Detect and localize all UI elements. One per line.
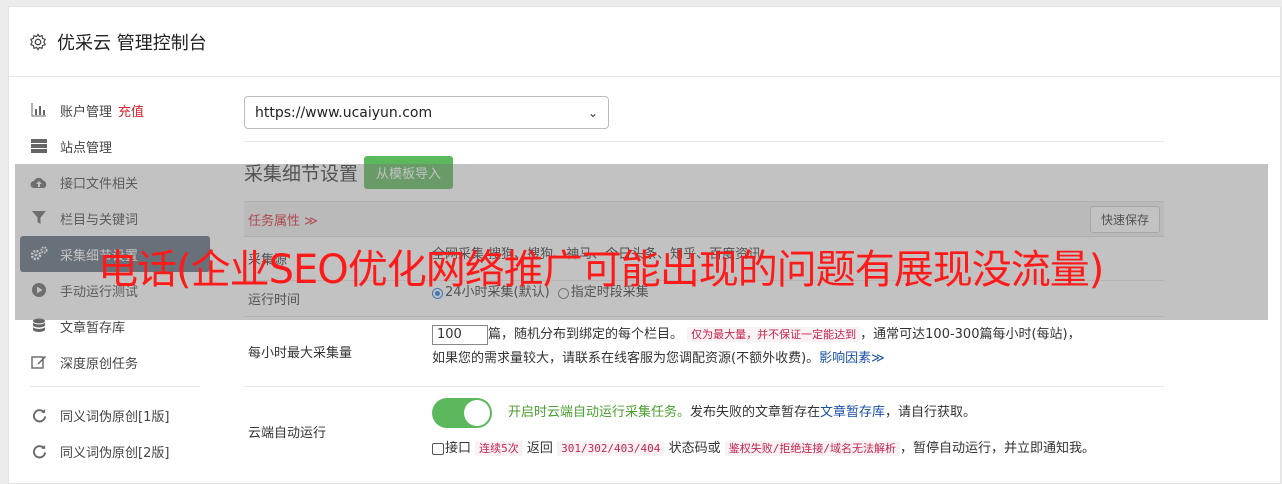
watermark-text: 电话(企业SEO优化网络推广可能出现的问题有展现没流量): [98, 247, 1104, 293]
sidebar-item-label: 账户管理: [60, 104, 113, 120]
sidebar-item-label: 深度原创任务: [60, 356, 139, 372]
refresh-icon: [30, 406, 48, 424]
sidebar-item-account[interactable]: 账户管理 充值: [20, 92, 210, 128]
gear-icon: [29, 32, 47, 51]
chevron-down-icon: ⌄: [587, 105, 598, 120]
watermark-overlay: [15, 164, 1268, 320]
sidebar-item-synonym-v2[interactable]: 同义词伪原创[2版]: [20, 433, 210, 469]
refresh-icon: [30, 442, 48, 460]
sidebar-item-deep-original[interactable]: 深度原创任务: [20, 344, 210, 380]
row-cloud-run: 云端自动运行 开启时云端自动运行采集任务。 发布失败的文章暂存在 文章暂存库 ，请自行…: [244, 387, 1164, 475]
recharge-link[interactable]: 充值: [118, 101, 144, 120]
page-header: 优采云 管理控制台: [9, 7, 1280, 77]
sidebar-item-label: 同义词伪原创[1版]: [60, 409, 170, 425]
sidebar-item-synonym-v1[interactable]: 同义词伪原创[1版]: [20, 397, 210, 433]
page-title: 优采云 管理控制台: [57, 32, 207, 54]
row-label: 云端自动运行: [248, 425, 327, 441]
factors-link[interactable]: 影响因素≫: [819, 351, 885, 366]
sidebar-item-label: 同义词伪原创[2版]: [60, 445, 170, 461]
bar-chart-icon: [30, 101, 48, 119]
max-note-code: 仅为最大量，并不保证一定能达到: [687, 327, 861, 342]
site-select-value: https://www.ucaiyun.com: [255, 104, 433, 121]
sidebar-item-sites[interactable]: 站点管理: [20, 128, 210, 164]
site-select[interactable]: https://www.ucaiyun.com ⌄: [244, 96, 609, 129]
article-store-link[interactable]: 文章暂存库: [820, 401, 885, 425]
cloud-run-toggle[interactable]: [432, 398, 492, 428]
edit-icon: [30, 353, 48, 371]
divider: [244, 141, 1164, 142]
notify-checkbox[interactable]: [432, 442, 444, 455]
row-label: 每小时最大采集量: [248, 346, 353, 361]
sidebar-divider: [30, 386, 200, 387]
row-max-per-hour: 每小时最大采集量 100 篇，随机分布到绑定的每个栏目。 仅为最大量，并不保证一定…: [244, 317, 1164, 387]
server-icon: [30, 137, 48, 155]
sidebar-item-label: 站点管理: [60, 140, 113, 156]
max-per-hour-input[interactable]: 100: [432, 324, 488, 345]
